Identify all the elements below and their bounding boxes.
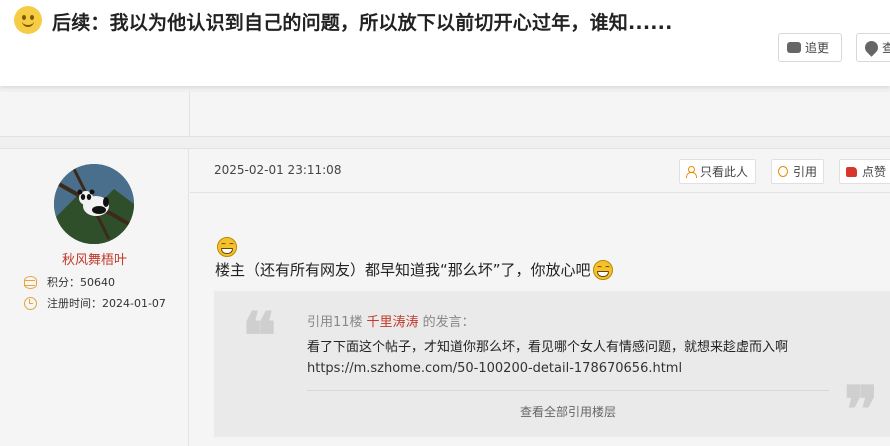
follow-label: 追更 [805,41,830,55]
like-button[interactable]: 点赞 [839,159,890,184]
reg-date: 2024-01-07 [102,296,166,310]
points-value: 50640 [80,275,115,289]
post-floor: 秋风舞梧叶 积分： 50640 注册时间： 2024-01-07 2025-02… [0,148,890,446]
post-header: 2025-02-01 23:11:08 只看此人 引用 点赞 [190,149,890,193]
close-quote-icon: ❞ [844,373,879,446]
view-all-quotes-button[interactable]: 查看全部引用楼层 [307,403,829,420]
only-author-button[interactable]: 只看此人 [679,159,756,184]
thumb-icon [846,166,857,177]
quote-text: 看了下面这个帖子，才知道你那么坏，看见哪个女人有情感问题，就想来趁虚而入啊 [307,340,789,355]
open-quote-icon: ❝ [242,299,277,374]
quote-icon [778,166,788,177]
quote-block: ❝ 引用11楼 千里涛涛 的发言： 看了下面这个帖子，才知道你那么坏，看见哪个女人有… [214,291,890,443]
points-label: 积分： [47,276,80,289]
avatar[interactable] [54,164,134,244]
quote-author[interactable]: 千里涛涛 [367,315,419,330]
quote-suffix: 的发言： [422,315,475,330]
smile-icon [14,6,42,34]
follow-button[interactable]: 追更 [778,33,842,62]
clock-icon [24,296,37,310]
user-icon [686,166,697,178]
quote-divider [307,390,829,391]
reg-stat: 注册时间： 2024-01-07 [24,295,166,311]
view-button[interactable]: 查 [856,33,890,62]
quote-meta: 引用11楼 千里涛涛 的发言： [307,311,475,330]
author-sidebar: 秋风舞梧叶 积分： 50640 注册时间： 2024-01-07 [0,149,189,446]
empty-row [0,92,890,137]
drop-icon [862,38,881,57]
author-name[interactable]: 秋风舞梧叶 [0,249,189,268]
quote-label: 引用 [792,165,817,179]
only-author-label: 只看此人 [700,165,749,179]
like-label: 点赞 [862,165,887,179]
coins-icon [24,275,37,289]
chat-icon [787,37,801,53]
quote-prefix: 引用11楼 [307,315,363,330]
thread-title: 后续：我以为他认识到自己的问题，所以放下以前切开心过年，谁知...... [52,12,673,34]
points-stat: 积分： 50640 [24,274,115,290]
quote-button[interactable]: 引用 [771,159,824,184]
post-main: 2025-02-01 23:11:08 只看此人 引用 点赞 楼主（还有所有网友… [190,149,890,446]
reg-label: 注册时间： [47,297,102,310]
view-label: 查 [882,39,890,56]
thread-header: 后续：我以为他认识到自己的问题，所以放下以前切开心过年，谁知...... 追更 … [0,0,890,86]
post-content: 楼主（还有所有网友）都早知道我“那么坏”了，你放心吧 [215,259,613,280]
post-time: 2025-02-01 23:11:08 [214,163,342,177]
quote-link[interactable]: https://m.szhome.com/50-100200-detail-17… [307,361,682,376]
column-divider [189,92,190,137]
grin-emoji-icon [592,259,613,280]
post-text: 楼主（还有所有网友）都早知道我“那么坏”了，你放心吧 [215,261,591,279]
grin-emoji-icon [217,237,237,257]
